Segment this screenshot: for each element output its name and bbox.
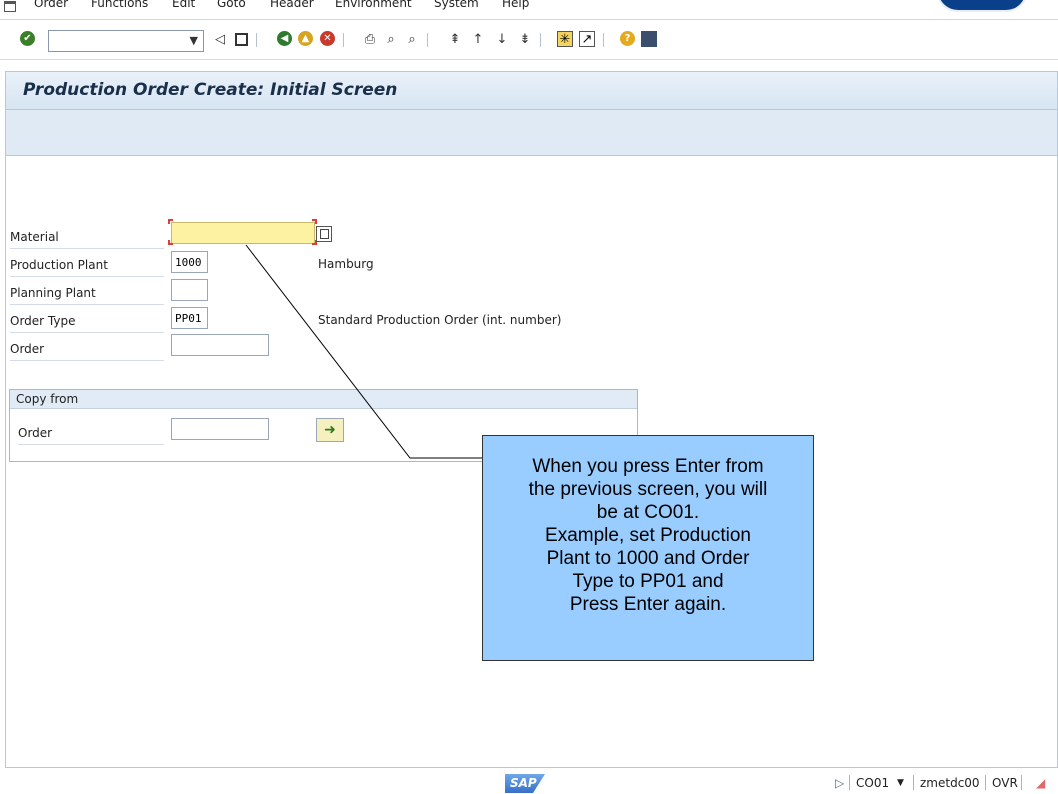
toolbar-separator [256,33,257,47]
production-plant-input[interactable]: 1000 [171,251,208,273]
toolbar-separator [427,33,428,47]
previous-page-icon[interactable]: ↑ [470,31,486,47]
customize-layout-icon[interactable] [641,31,657,47]
sap-window-button[interactable] [936,0,1028,12]
production-plant-description: Hamburg [318,257,374,271]
back-icon[interactable]: ◀ [277,31,292,46]
transaction-code: CO01 [856,776,890,790]
application-toolbar [6,110,1057,156]
callout-line: be at CO01. [596,502,700,523]
status-expand-icon[interactable]: ▷ [835,776,844,790]
callout-line: Press Enter again. [569,594,727,615]
save-icon[interactable] [233,31,249,47]
chevron-down-icon[interactable]: ▼ [190,34,198,47]
first-page-icon[interactable]: ⇞ [447,31,463,47]
material-input[interactable] [171,222,315,244]
order-type-row: Order Type [10,307,164,333]
planning-plant-input[interactable] [171,279,208,301]
planning-plant-row: Planning Plant [10,279,164,305]
menu-goto[interactable]: Goto [217,0,246,10]
production-plant-label: Production Plant [10,258,108,272]
enter-icon[interactable]: ✔ [20,31,35,46]
copy-order-row: Order [18,419,164,445]
standard-toolbar: ✔ ▼ ◁ ◀ ▲ ✕ ⎙ ⌕ ⌕ ⇞ ↑ ↓ ⇟ ✳ ↗ ? [0,20,1058,60]
order-type-label: Order Type [10,314,76,328]
order-label: Order [10,342,45,356]
menu-edit[interactable]: Edit [172,0,195,10]
status-separator [913,775,914,790]
status-separator [849,775,850,790]
callout-line: When you press Enter from [532,456,764,477]
title-bar: Production Order Create: Initial Screen [6,72,1057,110]
planning-plant-label: Planning Plant [10,286,96,300]
last-page-icon[interactable]: ⇟ [517,31,533,47]
order-type-description: Standard Production Order (int. number) [318,313,562,327]
menu-help[interactable]: Help [502,0,529,10]
cancel-icon[interactable]: ✕ [320,31,335,46]
help-icon[interactable]: ? [620,31,635,46]
insert-mode[interactable]: OVR [992,776,1018,790]
create-session-icon[interactable]: ✳ [557,31,573,47]
menu-header[interactable]: Header [270,0,314,10]
material-row: Material [10,223,164,249]
copy-order-button[interactable]: ➜ [316,418,344,442]
toolbar-separator [603,33,604,47]
callout-line: the previous screen, you will [528,479,768,500]
lock-icon: ◢ [1036,776,1046,790]
callout-line: Type to PP01 and [572,571,724,592]
status-separator [985,775,986,790]
order-type-input[interactable]: PP01 [171,307,208,329]
toolbar-separator [343,33,344,47]
next-page-icon[interactable]: ↓ [494,31,510,47]
production-plant-row: Production Plant [10,251,164,277]
callout-line: Plant to 1000 and Order [546,548,750,569]
copy-from-header: Copy from [10,390,637,409]
find-next-icon[interactable]: ⌕ [404,31,420,47]
required-marker [168,219,173,224]
menu-functions[interactable]: Functions [91,0,148,10]
search-help-icon[interactable] [316,226,332,242]
menu-bar: Order Functions Edit Goto Header Environ… [0,0,1058,20]
window-menu-icon[interactable] [4,1,16,12]
order-row: Order [10,335,164,361]
status-separator [1021,775,1022,790]
exit-icon[interactable]: ▲ [298,31,313,46]
menu-order[interactable]: Order [34,0,68,10]
back-arrow-icon[interactable]: ◁ [212,31,228,47]
menu-system[interactable]: System [434,0,479,10]
copy-arrow-icon: ➜ [324,422,336,438]
sap-logo: SAP [505,774,545,793]
menu-environment[interactable]: Environment [335,0,412,10]
copy-order-label: Order [18,426,53,440]
page-title: Production Order Create: Initial Screen [23,80,398,100]
session-dropdown-icon[interactable]: ▼ [897,778,904,788]
material-label: Material [10,230,59,244]
find-icon[interactable]: ⌕ [383,31,399,47]
create-shortcut-icon[interactable]: ↗ [579,31,595,47]
copy-order-input[interactable] [171,418,269,440]
required-marker [168,240,173,245]
command-field[interactable]: ▼ [48,30,204,52]
status-bar: SAP ▷ CO01 ▼ zmetdc00 OVR ◢ [0,768,1058,794]
callout-line: Example, set Production [545,525,751,546]
print-icon[interactable]: ⎙ [362,31,378,47]
server-name: zmetdc00 [920,776,980,790]
instruction-callout: When you press Enter from the previous s… [482,435,814,661]
order-input[interactable] [171,334,269,356]
toolbar-separator [540,33,541,47]
copy-from-title: Copy from [16,392,79,406]
required-marker [312,219,317,224]
